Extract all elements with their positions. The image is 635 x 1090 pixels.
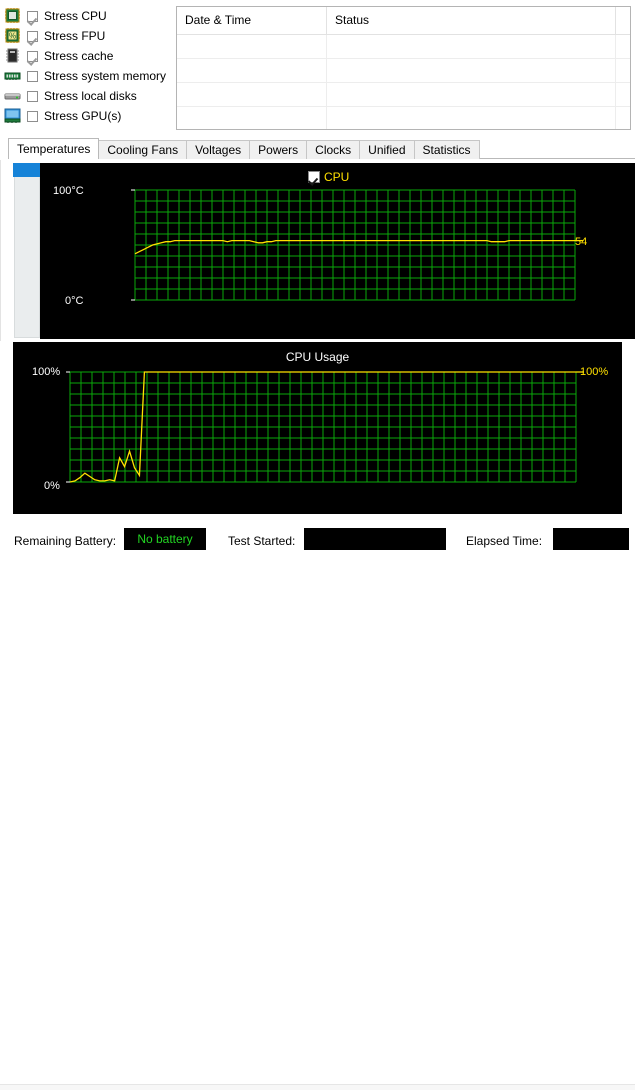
svg-text:%: % [9,32,16,41]
table-row[interactable] [177,35,630,59]
usage-axis-min-label: 0% [44,480,60,492]
cell-date-time [177,35,327,58]
stress-cpu-checkbox[interactable] [27,10,38,22]
stress-option-disks[interactable]: Stress local disks [4,86,174,106]
fpu-percent-icon: % [4,28,21,44]
stress-option-label: Stress local disks [44,89,137,103]
cell-spacer [616,107,630,129]
cpu-legend-toggle[interactable]: CPU [308,170,349,184]
temp-current-value-label: 54 [575,236,588,248]
cell-date-time [177,107,327,129]
stress-option-label: Stress system memory [44,69,167,83]
tab-unified[interactable]: Unified [359,140,415,159]
cell-spacer [616,59,630,82]
stress-option-memory[interactable]: Stress system memory [4,66,174,86]
stress-gpu-checkbox[interactable] [27,110,38,122]
stress-fpu-checkbox[interactable] [27,30,38,42]
stress-option-gpu[interactable]: Stress GPU(s) [4,106,174,126]
cache-chip-icon [4,48,21,64]
test-started-label: Test Started: [228,534,296,548]
elapsed-time-label: Elapsed Time: [466,534,543,548]
footer-strip [0,1085,635,1090]
cell-status [327,107,616,129]
usage-axis-max-label: 100% [32,366,61,378]
column-header-date-time[interactable]: Date & Time [177,7,327,34]
stress-option-cpu[interactable]: Stress CPU [4,6,174,26]
table-row[interactable] [177,107,630,129]
stress-option-fpu[interactable]: % Stress FPU [4,26,174,46]
sensor-list[interactable] [14,163,40,338]
cell-spacer [616,83,630,106]
tab-powers[interactable]: Powers [249,140,308,159]
cpu-usage-title: CPU Usage [285,350,350,364]
event-log-table[interactable]: Date & Time Status [176,6,631,130]
cpu-usage-plot-area [66,371,584,483]
sensor-list-selected-item[interactable] [13,163,41,177]
remaining-battery-label: Remaining Battery: [14,534,117,548]
temperature-chart[interactable]: CPU 100°C 0°C 54 [40,163,635,339]
remaining-battery-value: No battery [124,528,206,550]
column-header-spacer [616,7,630,34]
test-started-value [304,528,446,550]
cell-status [327,83,616,106]
stress-option-cache[interactable]: Stress cache [4,46,174,66]
column-header-status[interactable]: Status [327,7,616,34]
stress-disks-checkbox[interactable] [27,90,38,102]
cpu-series-checkbox[interactable] [308,171,320,183]
stress-options-list: Stress CPU % Stress FPU Stress cache Str… [4,6,174,126]
status-bar: Remaining Battery: No battery Test Start… [0,519,635,1090]
aida64-stress-test-window: Stress CPU % Stress FPU Stress cache Str… [0,0,635,1090]
cpu-legend-label: CPU [324,170,350,184]
stress-cache-checkbox[interactable] [27,50,38,62]
cell-date-time [177,83,327,106]
temp-axis-min-label: 0°C [65,295,84,307]
tab-clocks[interactable]: Clocks [306,140,361,159]
cell-date-time [177,59,327,82]
tab-statistics[interactable]: Statistics [413,140,480,159]
stress-memory-checkbox[interactable] [27,70,38,82]
tab-temperatures[interactable]: Temperatures [8,138,100,159]
table-row[interactable] [177,83,630,107]
table-row[interactable] [177,59,630,83]
gpu-card-icon [4,108,21,124]
cpu-chip-icon [4,8,21,24]
stress-option-label: Stress cache [44,49,114,63]
cell-spacer [616,35,630,58]
stress-option-label: Stress GPU(s) [44,109,122,123]
cpu-usage-chart[interactable]: CPU Usage 100% 0% 100% [13,342,622,514]
battery-value-text: No battery [137,532,193,546]
stress-option-label: Stress CPU [44,9,107,23]
hard-disk-icon [4,88,21,104]
tab-bar: Temperatures Cooling Fans Voltages Power… [8,138,635,159]
tab-voltages[interactable]: Voltages [186,140,251,159]
usage-current-value-label: 100% [580,366,609,378]
memory-stick-icon [4,68,21,84]
cell-status [327,59,616,82]
temperature-plot-area [131,189,583,301]
table-header-row: Date & Time Status [177,7,630,35]
panel-divider [0,160,1,341]
elapsed-time-value [553,528,629,550]
tab-cooling-fans[interactable]: Cooling Fans [98,140,188,159]
temp-axis-max-label: 100°C [53,185,84,197]
cell-status [327,35,616,58]
stress-option-label: Stress FPU [44,29,106,43]
top-panel: Stress CPU % Stress FPU Stress cache Str… [0,0,635,136]
